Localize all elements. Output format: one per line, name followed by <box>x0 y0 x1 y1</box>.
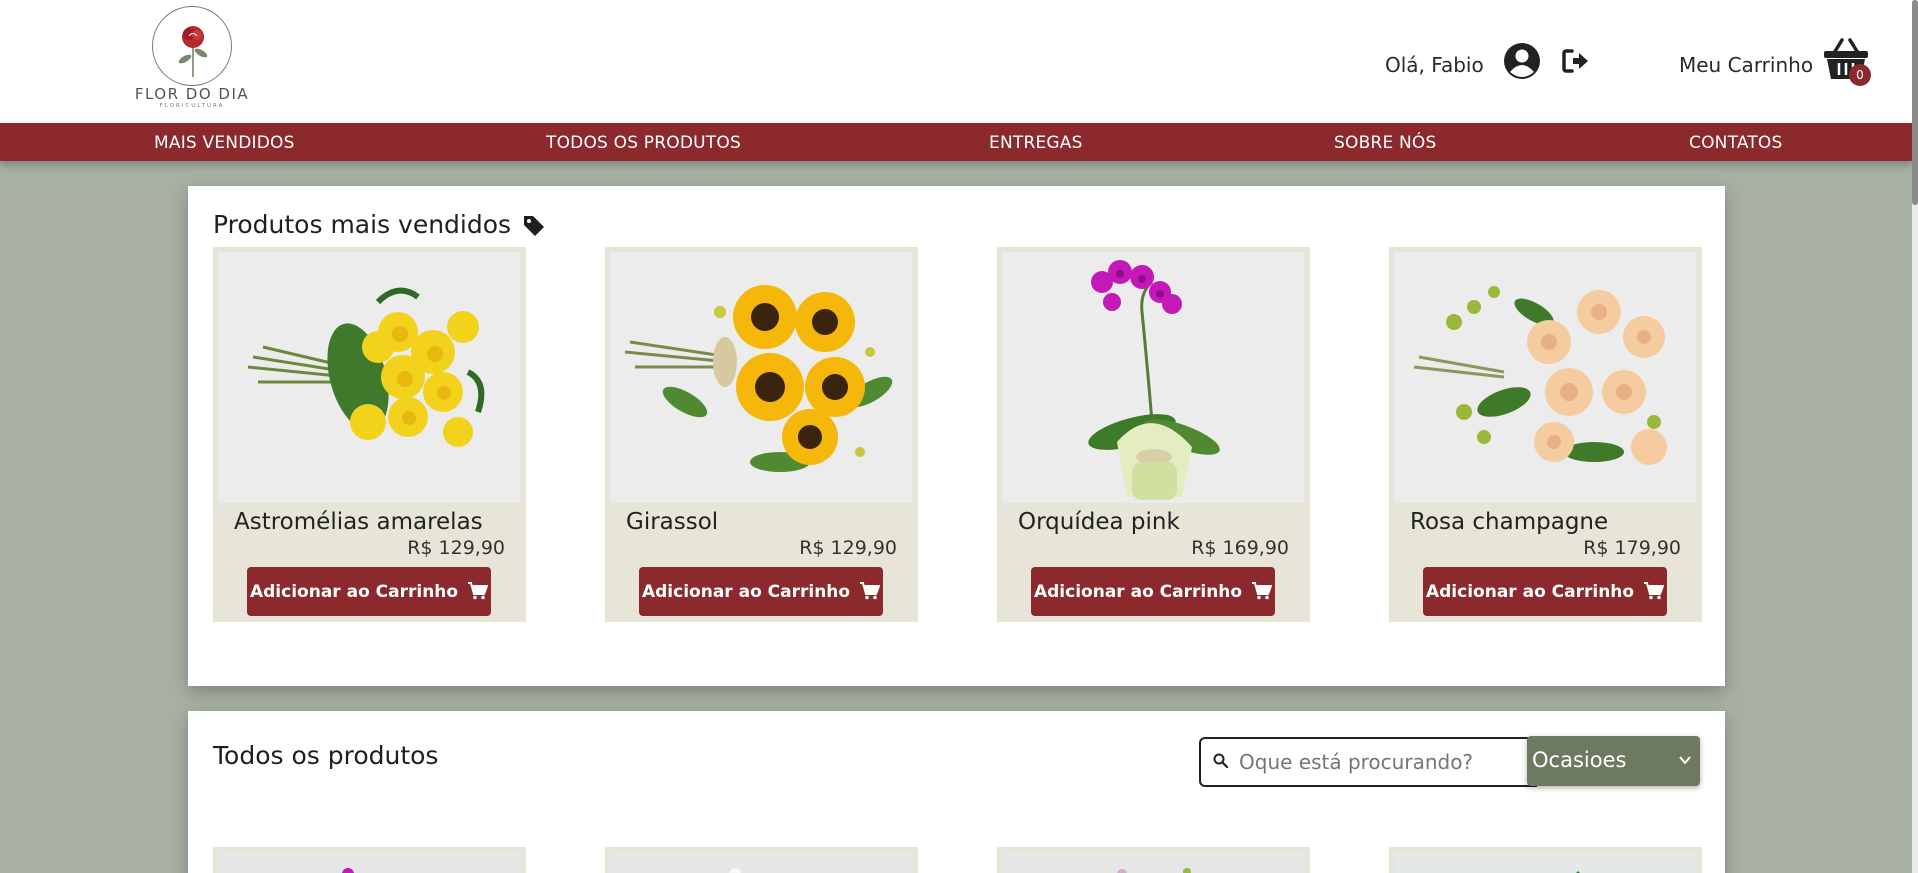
cart-count-badge: 0 <box>1849 64 1871 86</box>
product-image[interactable] <box>1002 852 1304 873</box>
search-icon <box>1213 753 1229 769</box>
add-to-cart-button[interactable]: Adicionar ao Carrinho <box>639 567 883 616</box>
search-bar[interactable] <box>1199 737 1537 787</box>
product-price: R$ 179,90 <box>1583 537 1681 559</box>
site-header: FLOR DO DIA FLORICULTURA Olá, Fabio Meu … <box>0 0 1912 123</box>
product-price: R$ 129,90 <box>407 537 505 559</box>
product-image[interactable] <box>218 252 520 503</box>
product-name: Girassol <box>626 509 719 535</box>
occasion-filter-value: Ocasioes <box>1532 748 1627 772</box>
cart-icon <box>468 581 489 599</box>
cart-icon <box>1644 581 1665 599</box>
sunflower-bouquet-image <box>610 252 912 503</box>
product-card: Astromélias amarelas R$ 129,90 Adicionar… <box>213 247 526 622</box>
plant-thumbnail <box>1394 852 1696 873</box>
logo-subtitle: FLORICULTURA <box>159 103 225 109</box>
search-input[interactable] <box>1239 747 1529 777</box>
best-sellers-title: Produtos mais vendidos <box>213 210 512 239</box>
product-card: Orquídea pink R$ 169,90 Adicionar ao Car… <box>997 247 1310 622</box>
pink-orchid-image <box>1002 252 1304 503</box>
tag-icon <box>524 216 544 236</box>
cart-icon <box>860 581 881 599</box>
product-image[interactable] <box>610 252 912 503</box>
add-to-cart-label: Adicionar ao Carrinho <box>1425 581 1635 602</box>
product-card <box>605 847 918 873</box>
product-image[interactable] <box>610 852 912 873</box>
main-navbar: MAIS VENDIDOS TODOS OS PRODUTOS ENTREGAS… <box>0 123 1912 161</box>
nav-todos-produtos[interactable]: TODOS OS PRODUTOS <box>546 133 741 153</box>
cart-label[interactable]: Meu Carrinho <box>1679 53 1813 77</box>
add-to-cart-button[interactable]: Adicionar ao Carrinho <box>247 567 491 616</box>
add-to-cart-label: Adicionar ao Carrinho <box>641 581 851 602</box>
logout-icon[interactable] <box>1562 48 1590 74</box>
product-name: Rosa champagne <box>1410 509 1609 535</box>
add-to-cart-label: Adicionar ao Carrinho <box>249 581 459 602</box>
product-card: Girassol R$ 129,90 Adicionar ao Carrinho <box>605 247 918 622</box>
product-image[interactable] <box>218 852 520 873</box>
logo-emblem <box>152 6 232 86</box>
product-card <box>1389 847 1702 873</box>
scrollbar-thumb[interactable] <box>1912 0 1918 205</box>
add-to-cart-button[interactable]: Adicionar ao Carrinho <box>1423 567 1667 616</box>
cart-icon <box>1252 581 1273 599</box>
all-products-title: Todos os produtos <box>213 741 439 770</box>
yellow-bouquet-image <box>218 252 520 503</box>
logo[interactable]: FLOR DO DIA FLORICULTURA <box>133 4 251 116</box>
product-image[interactable] <box>1394 852 1696 873</box>
product-price: R$ 169,90 <box>1191 537 1289 559</box>
add-to-cart-button[interactable]: Adicionar ao Carrinho <box>1031 567 1275 616</box>
flower-thumbnail <box>1002 852 1304 873</box>
user-greeting: Olá, Fabio <box>1385 53 1484 77</box>
nav-sobre-nos[interactable]: SOBRE NÓS <box>1334 133 1436 153</box>
product-card <box>213 847 526 873</box>
chevron-down-icon <box>1679 756 1691 765</box>
logo-text: FLOR DO DIA <box>134 85 250 103</box>
orchid-thumbnail <box>218 852 520 873</box>
add-to-cart-label: Adicionar ao Carrinho <box>1033 581 1243 602</box>
nav-entregas[interactable]: ENTREGAS <box>989 133 1083 153</box>
page-scrollbar[interactable] <box>1912 0 1918 873</box>
rose-icon <box>178 26 208 77</box>
product-card <box>997 847 1310 873</box>
product-card: Rosa champagne R$ 179,90 Adicionar ao Ca… <box>1389 247 1702 622</box>
champagne-rose-image <box>1394 252 1696 503</box>
product-name: Orquídea pink <box>1018 509 1180 535</box>
product-price: R$ 129,90 <box>799 537 897 559</box>
nav-contatos[interactable]: CONTATOS <box>1689 133 1783 153</box>
product-name: Astromélias amarelas <box>234 509 483 535</box>
nav-mais-vendidos[interactable]: MAIS VENDIDOS <box>154 133 295 153</box>
user-circle-icon[interactable] <box>1503 42 1541 80</box>
white-flower-thumbnail <box>610 852 912 873</box>
product-image[interactable] <box>1002 252 1304 503</box>
product-image[interactable] <box>1394 252 1696 503</box>
occasion-filter-select[interactable]: Ocasioes <box>1527 736 1700 786</box>
